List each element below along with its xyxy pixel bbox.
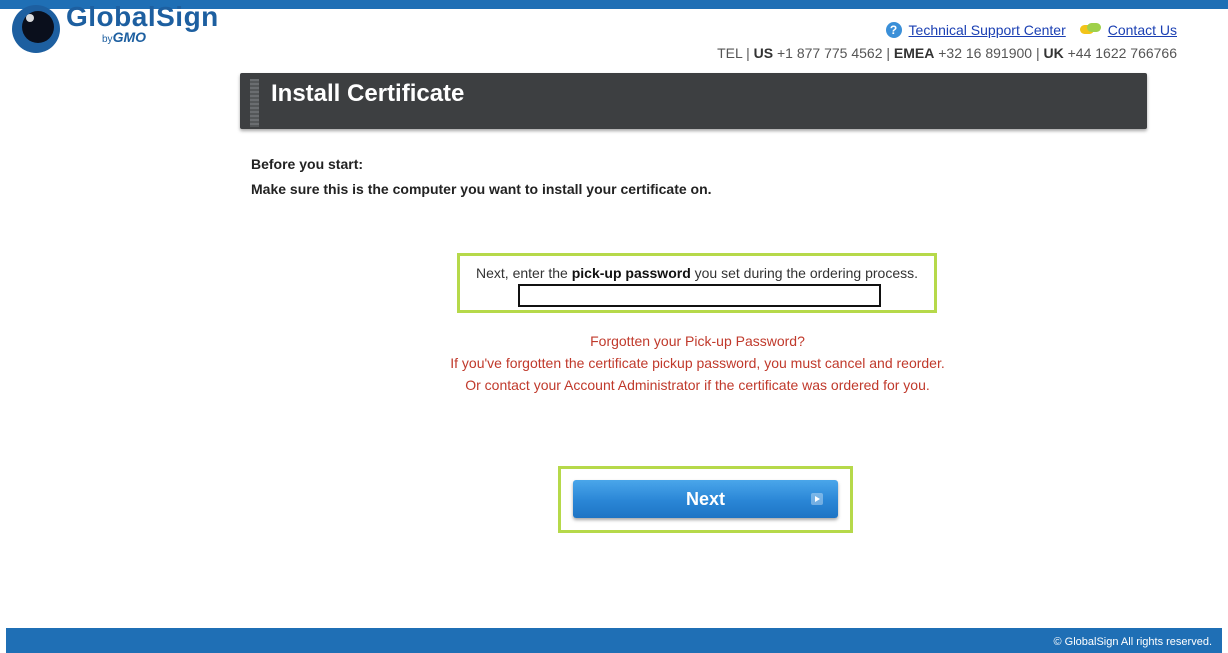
uk-phone: +44 1622 766766 bbox=[1063, 45, 1177, 61]
forgot-line-cancel: If you've forgotten the certificate pick… bbox=[450, 355, 945, 371]
header-links: ? Technical Support Center Contact Us bbox=[885, 22, 1177, 38]
pw-label-bold: pick-up password bbox=[571, 265, 691, 281]
page-title: Install Certificate bbox=[271, 80, 465, 107]
logo-by-text: by bbox=[102, 34, 113, 45]
pickup-password-box: Next, enter the pick-up password you set… bbox=[457, 253, 937, 313]
forgot-heading: Forgotten your Pick-up Password? bbox=[590, 333, 805, 349]
title-accent-stripe bbox=[250, 79, 259, 127]
next-button[interactable]: Next bbox=[573, 480, 838, 518]
uk-label: UK bbox=[1043, 45, 1064, 61]
intro-text: Before you start: Make sure this is the … bbox=[251, 152, 712, 202]
logo-gmo-text: GMO bbox=[112, 29, 147, 45]
technical-support-link[interactable]: Technical Support Center bbox=[909, 22, 1066, 38]
us-label: US bbox=[753, 45, 774, 61]
eye-logo-icon bbox=[12, 5, 60, 53]
footer-bar: © GlobalSign All rights reserved. bbox=[6, 628, 1222, 653]
emea-phone: +32 16 891900 | bbox=[934, 45, 1044, 61]
pickup-password-input[interactable] bbox=[518, 284, 881, 307]
globalsign-logo[interactable]: GlobalSign byGMO bbox=[8, 1, 238, 59]
pw-label-pre: Next, enter the bbox=[476, 265, 572, 281]
contact-us-link[interactable]: Contact Us bbox=[1108, 22, 1177, 38]
copyright-text: © GlobalSign All rights reserved. bbox=[1053, 636, 1212, 648]
tel-prefix: TEL | bbox=[717, 45, 754, 61]
intro-line-2: Make sure this is the computer you want … bbox=[251, 181, 712, 197]
next-button-label: Next bbox=[685, 489, 725, 509]
forgotten-password-notice: Forgotten your Pick-up Password? If you'… bbox=[0, 330, 1228, 396]
help-icon[interactable]: ? bbox=[885, 22, 902, 38]
arrow-right-icon bbox=[811, 493, 823, 505]
pw-label-post: you set during the ordering process. bbox=[690, 265, 918, 281]
pickup-password-label: Next, enter the pick-up password you set… bbox=[460, 265, 934, 281]
logo-byline: byGMO bbox=[102, 29, 146, 45]
telephone-line: TEL | US +1 877 775 4562 | EMEA +32 16 8… bbox=[717, 45, 1177, 61]
emea-label: EMEA bbox=[893, 45, 935, 61]
us-phone: +1 877 775 4562 | bbox=[773, 45, 894, 61]
chat-bubbles-icon[interactable] bbox=[1079, 23, 1102, 37]
next-button-highlight: Next bbox=[558, 466, 853, 533]
intro-line-1: Before you start: bbox=[251, 156, 364, 172]
forgot-line-admin: Or contact your Account Administrator if… bbox=[465, 377, 930, 393]
page-title-bar: Install Certificate bbox=[240, 73, 1147, 129]
